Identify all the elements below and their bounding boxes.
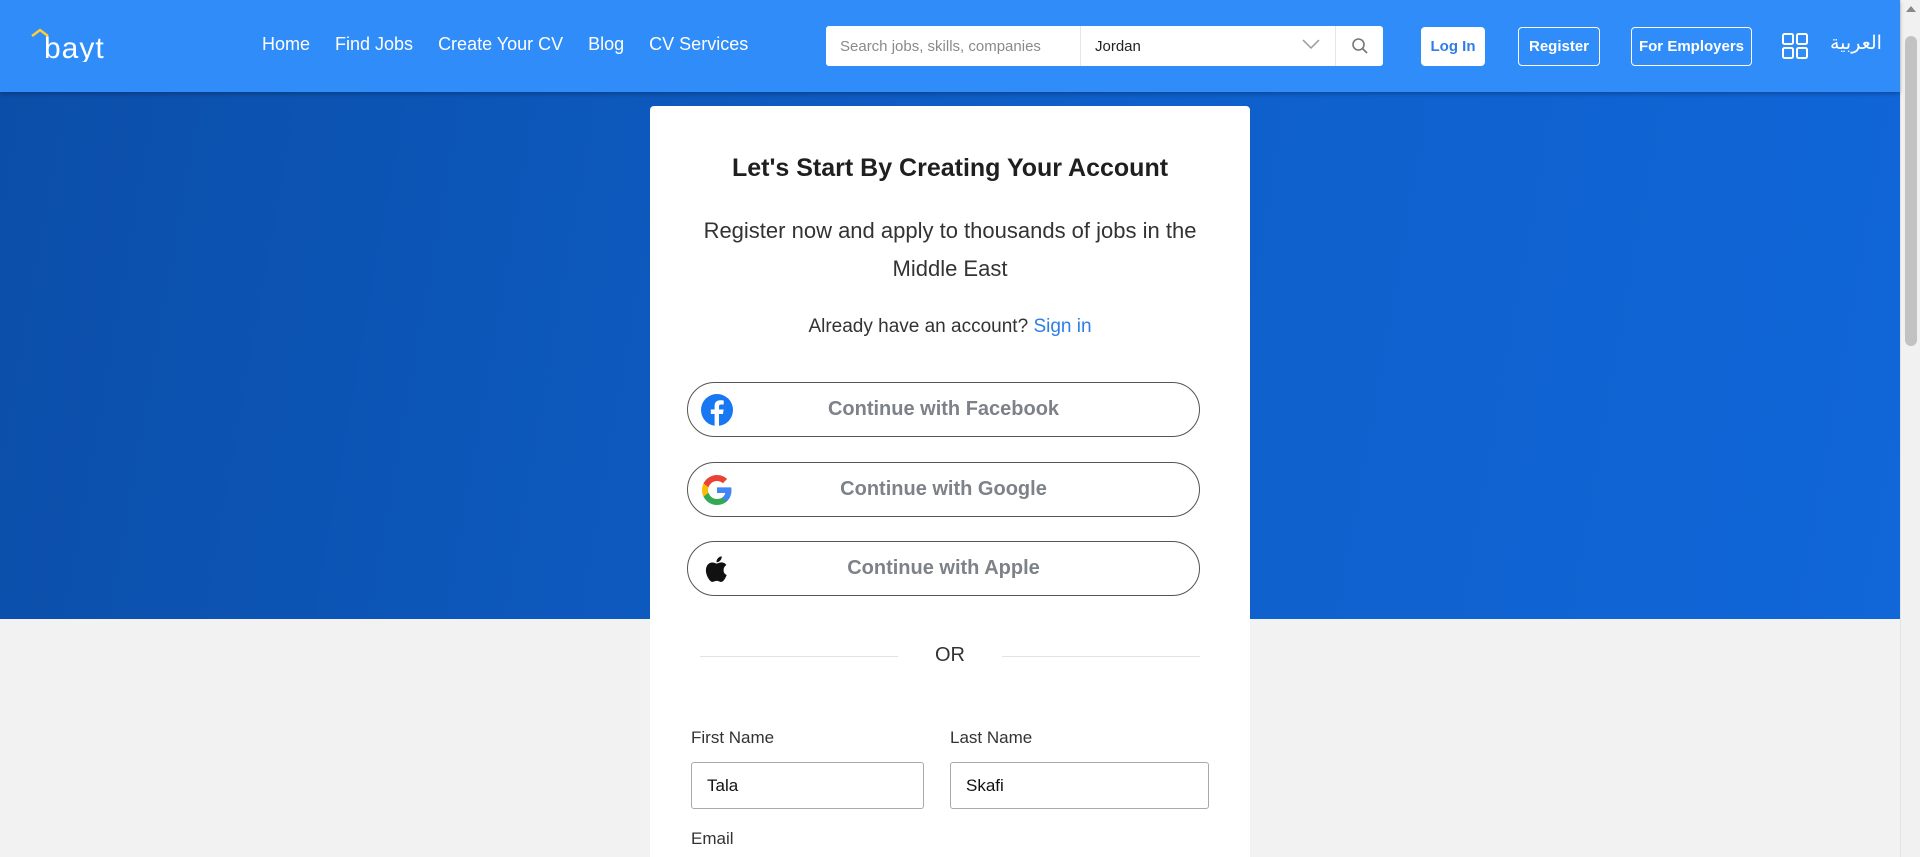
register-card: Let's Start By Creating Your Account Reg… bbox=[650, 106, 1250, 857]
page-title: Let's Start By Creating Your Account bbox=[731, 154, 1169, 182]
nav-create-cv[interactable]: Create Your CV bbox=[438, 34, 563, 55]
for-employers-button[interactable]: For Employers bbox=[1631, 27, 1752, 66]
search-icon bbox=[1351, 38, 1368, 54]
last-name-field[interactable] bbox=[950, 762, 1209, 809]
apple-button[interactable]: Continue with Apple bbox=[687, 541, 1200, 596]
apple-label: Continue with Apple bbox=[847, 557, 1040, 579]
or-divider: OR bbox=[700, 644, 1200, 668]
nav-blog[interactable]: Blog bbox=[588, 34, 624, 55]
svg-text:bayt: bayt bbox=[44, 32, 105, 62]
top-header: bayt Home Find Jobs Create Your CV Blog … bbox=[0, 0, 1900, 92]
last-name-label: Last Name bbox=[950, 728, 1033, 747]
search-bar: Jordan bbox=[826, 26, 1383, 66]
signin-prompt-text: Already have an account? bbox=[808, 316, 1029, 337]
register-button[interactable]: Register bbox=[1518, 27, 1600, 66]
email-label: Email bbox=[691, 829, 734, 848]
nav-cv-services[interactable]: CV Services bbox=[649, 34, 748, 55]
search-input[interactable] bbox=[826, 26, 1081, 66]
first-name-field[interactable] bbox=[691, 762, 924, 809]
or-label: OR bbox=[935, 644, 965, 666]
page-scrollbar[interactable] bbox=[1900, 0, 1920, 857]
facebook-label: Continue with Facebook bbox=[827, 398, 1060, 420]
signin-prompt: Already have an account? Sign in bbox=[650, 316, 1250, 338]
facebook-button[interactable]: Continue with Facebook bbox=[687, 382, 1200, 437]
scroll-up-arrow[interactable] bbox=[1906, 6, 1916, 12]
main-nav: Home Find Jobs Create Your CV Blog CV Se… bbox=[262, 34, 748, 55]
nav-find-jobs[interactable]: Find Jobs bbox=[335, 34, 413, 55]
language-switch[interactable]: العربية bbox=[1830, 32, 1882, 55]
scroll-thumb[interactable] bbox=[1905, 36, 1917, 346]
location-select[interactable]: Jordan bbox=[1081, 26, 1336, 66]
google-button[interactable]: Continue with Google bbox=[687, 462, 1200, 517]
bayt-logo[interactable]: bayt bbox=[30, 28, 160, 62]
login-button[interactable]: Log In bbox=[1421, 27, 1485, 66]
nav-home[interactable]: Home bbox=[262, 34, 310, 55]
chevron-down-icon bbox=[1302, 39, 1320, 50]
apple-icon bbox=[705, 556, 727, 582]
page-subtitle: Register now and apply to thousands of j… bbox=[703, 218, 1197, 281]
facebook-icon bbox=[701, 394, 733, 426]
apps-grid-icon[interactable] bbox=[1782, 33, 1808, 59]
location-value: Jordan bbox=[1095, 37, 1141, 55]
google-icon bbox=[702, 475, 732, 505]
signin-link[interactable]: Sign in bbox=[1033, 316, 1091, 337]
search-button[interactable] bbox=[1336, 26, 1383, 66]
google-label: Continue with Google bbox=[840, 478, 1047, 500]
first-name-label: First Name bbox=[691, 728, 775, 747]
